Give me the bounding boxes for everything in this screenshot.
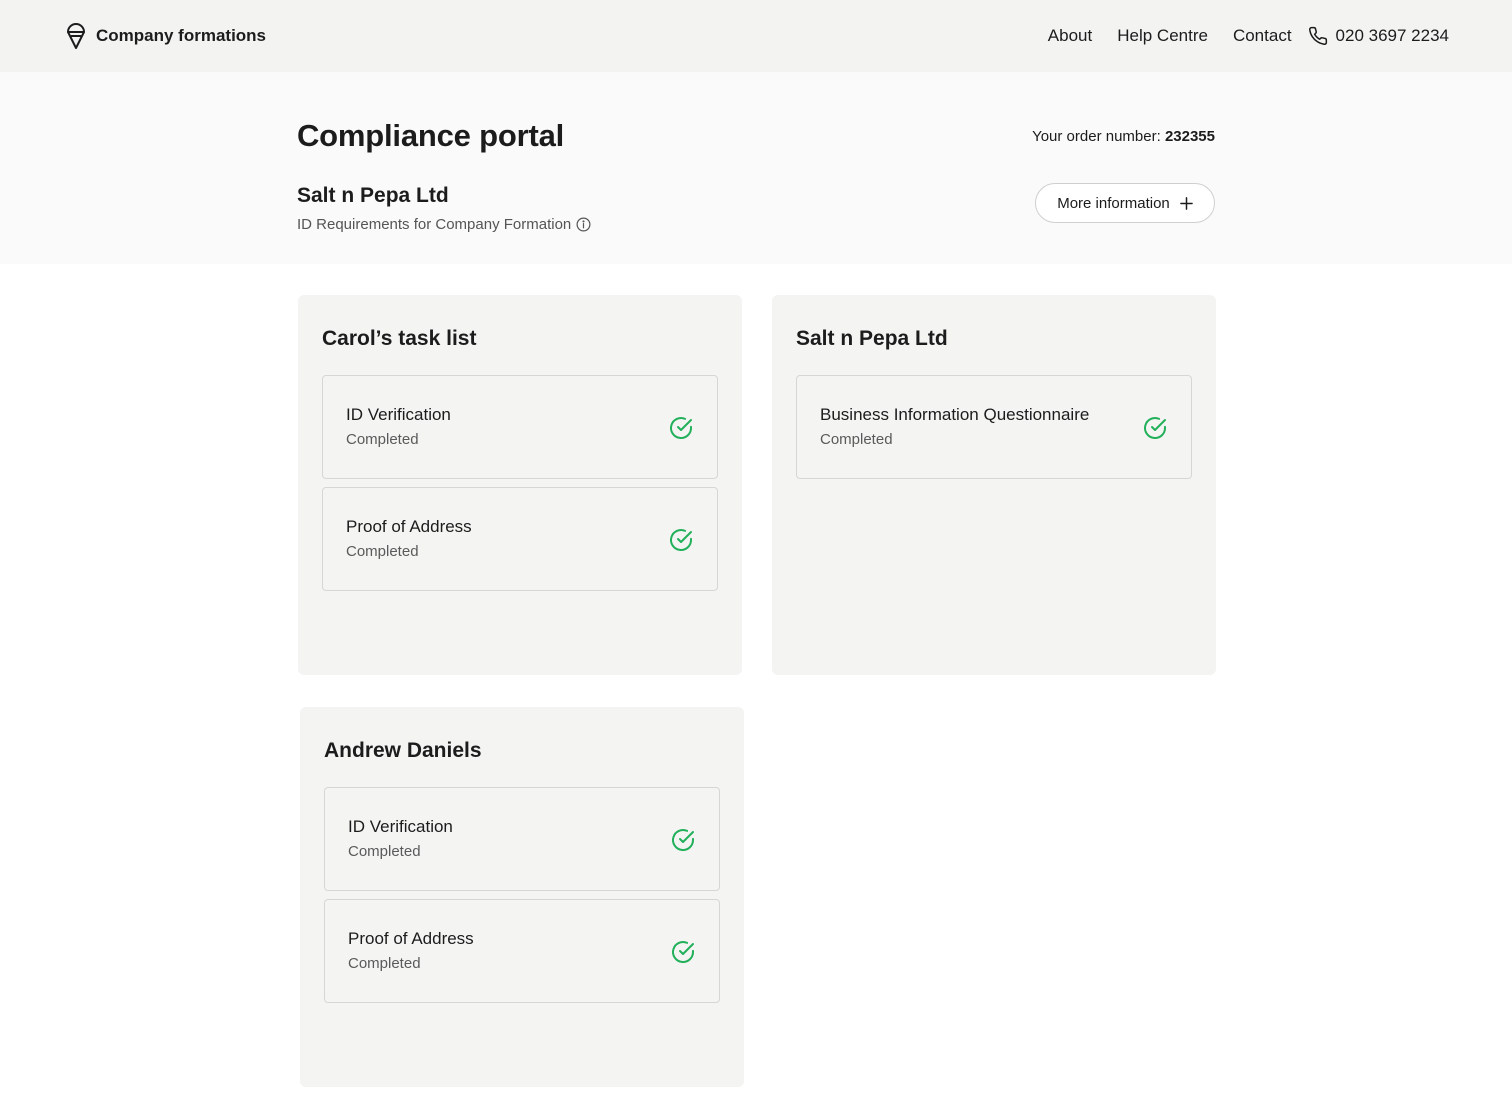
task-status: Completed bbox=[346, 431, 419, 448]
more-information-label: More information bbox=[1057, 194, 1170, 212]
panel-title: Carol’s task list bbox=[322, 327, 477, 350]
task-status: Completed bbox=[820, 431, 893, 448]
order-number-text: Your order number: 232355 bbox=[1032, 128, 1215, 145]
task-card[interactable]: Proof of Address Completed bbox=[324, 899, 720, 1003]
order-number-label: Your order number: bbox=[1032, 128, 1161, 145]
check-circle-icon bbox=[668, 527, 694, 553]
check-circle-icon bbox=[670, 827, 696, 853]
panel-title: Andrew Daniels bbox=[324, 739, 482, 762]
brand-logo-link[interactable]: Company formations bbox=[64, 22, 266, 50]
main-nav: About Help Centre Contact 020 3697 2234 bbox=[1048, 22, 1449, 50]
panel-title: Salt n Pepa Ltd bbox=[796, 327, 948, 350]
task-card[interactable]: ID Verification Completed bbox=[324, 787, 720, 891]
page-title: Compliance portal bbox=[297, 118, 565, 153]
nav-contact-link[interactable]: Contact bbox=[1233, 26, 1292, 46]
phone-icon bbox=[1308, 26, 1328, 46]
company-subtitle: ID Requirements for Company Formation bbox=[297, 216, 591, 233]
task-status: Completed bbox=[346, 543, 419, 560]
task-name: ID Verification bbox=[348, 817, 453, 836]
check-circle-icon bbox=[1142, 415, 1168, 441]
task-name: ID Verification bbox=[346, 405, 451, 424]
task-name: Proof of Address bbox=[346, 517, 472, 536]
nav-help-centre-link[interactable]: Help Centre bbox=[1117, 26, 1208, 46]
nav-about-link[interactable]: About bbox=[1048, 26, 1092, 46]
task-card[interactable]: Business Information Questionnaire Compl… bbox=[796, 375, 1192, 479]
info-icon[interactable] bbox=[576, 217, 591, 232]
andrew-task-list-panel: Andrew Daniels ID Verification Completed… bbox=[300, 707, 744, 1087]
order-number-value: 232355 bbox=[1164, 128, 1215, 145]
brand-name: Company formations bbox=[96, 26, 267, 45]
company-task-list-panel: Salt n Pepa Ltd Business Information Que… bbox=[772, 295, 1216, 675]
portal-header: Compliance portal Your order number: 232… bbox=[0, 72, 1512, 264]
task-status: Completed bbox=[348, 843, 421, 860]
more-information-button[interactable]: More information bbox=[1035, 183, 1215, 223]
top-bar: Company formations About Help Centre Con… bbox=[0, 0, 1512, 72]
task-status: Completed bbox=[348, 955, 421, 972]
ice-cream-cone-icon bbox=[64, 22, 88, 50]
subtitle-text: ID Requirements for Company Formation bbox=[297, 216, 572, 233]
check-circle-icon bbox=[668, 415, 694, 441]
carol-task-list-panel: Carol’s task list ID Verification Comple… bbox=[298, 295, 742, 675]
company-name: Salt n Pepa Ltd bbox=[297, 184, 449, 207]
phone-link[interactable]: 020 3697 2234 bbox=[1308, 26, 1449, 46]
task-name: Business Information Questionnaire bbox=[820, 405, 1090, 424]
task-name: Proof of Address bbox=[348, 929, 474, 948]
task-card[interactable]: Proof of Address Completed bbox=[322, 487, 718, 591]
check-circle-icon bbox=[670, 939, 696, 965]
task-card[interactable]: ID Verification Completed bbox=[322, 375, 718, 479]
phone-number: 020 3697 2234 bbox=[1335, 26, 1449, 45]
plus-icon bbox=[1179, 196, 1193, 210]
